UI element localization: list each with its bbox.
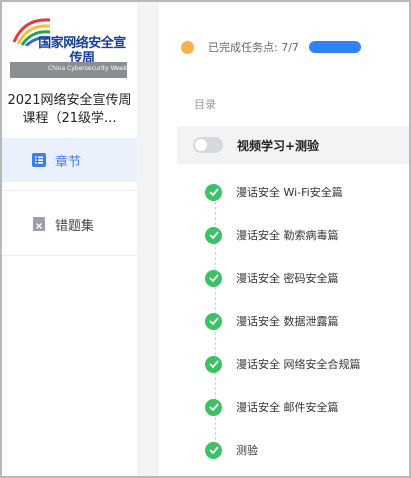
lesson-item[interactable]: 漫话安全 网络安全合规篇 — [205, 354, 361, 374]
nav-divider — [2, 190, 137, 191]
nav-item-error-book[interactable]: 错题集 — [2, 202, 137, 246]
chapter-header[interactable]: 视频学习+测验 — [177, 126, 409, 164]
lesson-title: 测验 — [236, 444, 258, 457]
course-name[interactable]: 2021网络安全宣传周课程（21级学... — [2, 92, 137, 128]
nav-label-chapters: 章节 — [55, 154, 82, 170]
progress-bar — [308, 41, 361, 53]
check-icon — [205, 355, 222, 373]
list-icon — [32, 153, 46, 167]
toc-label: 目录 — [194, 98, 216, 111]
sidebar: 国家网络安全宣传周 China Cybersecurity Week 2021网… — [2, 2, 137, 476]
check-icon — [205, 441, 222, 459]
course-cover-image[interactable]: 国家网络安全宣传周 China Cybersecurity Week — [10, 12, 127, 80]
lesson-title: 漫话安全 数据泄露篇 — [236, 315, 339, 328]
lesson-title: 漫话安全 网络安全合规篇 — [236, 358, 361, 371]
nav-item-chapters[interactable]: 章节 — [2, 138, 137, 182]
nav-label-error-book: 错题集 — [55, 218, 95, 234]
lesson-item[interactable]: 漫话安全 勒索病毒篇 — [205, 225, 339, 245]
check-icon — [205, 398, 222, 416]
lesson-item[interactable]: 漫话安全 数据泄露篇 — [205, 311, 339, 331]
check-icon — [205, 312, 222, 330]
check-icon — [205, 226, 222, 244]
lesson-title: 漫话安全 勒索病毒篇 — [236, 229, 339, 242]
lesson-item[interactable]: 测验 — [205, 440, 258, 460]
lesson-title: 漫话安全 密码安全篇 — [236, 272, 339, 285]
progress-label: 已完成任务点: 7/7 — [208, 41, 299, 54]
chapter-title: 视频学习+测验 — [237, 139, 320, 153]
error-book-icon — [33, 217, 45, 231]
lesson-item[interactable]: 漫话安全 Wi-Fi安全篇 — [205, 182, 343, 202]
toggle-knob — [195, 139, 207, 151]
progress-dot — [181, 40, 194, 54]
lesson-title: 漫话安全 邮件安全篇 — [236, 401, 339, 414]
chapter-toggle[interactable] — [193, 137, 223, 153]
chapter-panel: 已完成任务点: 7/7 目录 视频学习+测验 漫话安全 Wi-Fi安全篇 漫话安… — [159, 2, 409, 476]
lesson-item[interactable]: 漫话安全 邮件安全篇 — [205, 397, 339, 417]
cover-subtitle: China Cybersecurity Week — [48, 65, 128, 72]
lesson-title: 漫话安全 Wi-Fi安全篇 — [236, 186, 343, 199]
progress-row: 已完成任务点: 7/7 — [181, 38, 361, 56]
check-icon — [205, 269, 222, 287]
check-icon — [205, 183, 222, 201]
lesson-item[interactable]: 漫话安全 密码安全篇 — [205, 268, 339, 288]
nav-divider — [2, 255, 137, 256]
